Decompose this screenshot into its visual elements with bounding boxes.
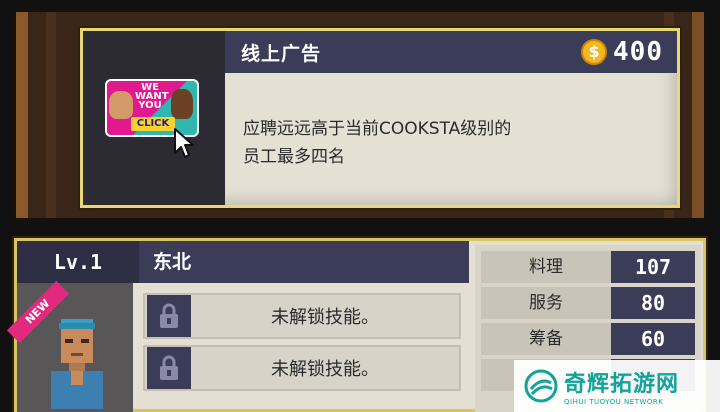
- watermark-logo-icon: [524, 369, 558, 403]
- lock-icon: [147, 347, 191, 389]
- stat-value: 60: [611, 323, 695, 355]
- stat-value: 107: [611, 251, 695, 283]
- ad-description-line1: 应聘远远高于当前COOKSTA级别的: [243, 119, 512, 139]
- employee-name: 东北: [153, 251, 192, 273]
- ad-cost: $ 400: [581, 37, 677, 67]
- ad-face-right: [171, 89, 193, 119]
- ad-frame: WE WANT YOU CLICK 线上广告 $ 400 应聘远远高于当前COO…: [14, 10, 706, 220]
- ad-thumb-click-label: CLICK: [131, 117, 175, 131]
- skill-slot-1[interactable]: 未解锁技能。: [143, 293, 461, 339]
- employee-level: Lv.1: [17, 241, 139, 283]
- employee-portrait: [51, 319, 103, 409]
- ad-face-left: [109, 91, 133, 119]
- stat-value: 80: [611, 287, 695, 319]
- skill-label: 未解锁技能。: [271, 307, 379, 328]
- ad-header: 线上广告 $ 400: [225, 31, 677, 73]
- watermark-main: 奇辉拓游网: [564, 372, 680, 397]
- employee-portrait-panel: NEW: [6, 280, 133, 412]
- frame-rail-right: [692, 12, 704, 218]
- stat-label: 料理: [481, 251, 611, 283]
- ad-thumb-text: WE WANT YOU: [135, 82, 169, 111]
- pointer-cursor-icon: [174, 128, 194, 158]
- online-ad-card[interactable]: WE WANT YOU CLICK 线上广告 $ 400 应聘远远高于当前COO…: [80, 28, 680, 208]
- stat-row-prep: 筹备 60: [481, 323, 695, 355]
- ad-description: 应聘远远高于当前COOKSTA级别的 员工最多四名: [243, 115, 643, 171]
- lock-icon: [147, 295, 191, 337]
- stat-label: 筹备: [481, 323, 611, 355]
- ad-thumb-panel: WE WANT YOU CLICK: [83, 31, 225, 205]
- skill-slot-2[interactable]: 未解锁技能。: [143, 345, 461, 391]
- watermark-text: 奇辉拓游网 QIHUI TUOYOU NETWORK: [564, 366, 679, 406]
- frame-rail-left: [16, 12, 28, 218]
- site-watermark: 奇辉拓游网 QIHUI TUOYOU NETWORK: [514, 360, 720, 412]
- stat-row-service: 服务 80: [481, 287, 695, 319]
- frame-inner-left: [46, 12, 56, 218]
- watermark-sub: QIHUI TUOYOU NETWORK: [564, 398, 664, 406]
- stat-row-cooking: 料理 107: [481, 251, 695, 283]
- skill-label: 未解锁技能。: [271, 359, 379, 380]
- stat-label: 服务: [481, 287, 611, 319]
- coin-icon: $: [581, 39, 608, 65]
- ad-cost-amount: 400: [613, 37, 663, 67]
- ad-description-line2: 员工最多四名: [243, 147, 345, 167]
- employee-header: Lv.1 东北: [17, 241, 469, 283]
- ad-title: 线上广告: [241, 42, 322, 65]
